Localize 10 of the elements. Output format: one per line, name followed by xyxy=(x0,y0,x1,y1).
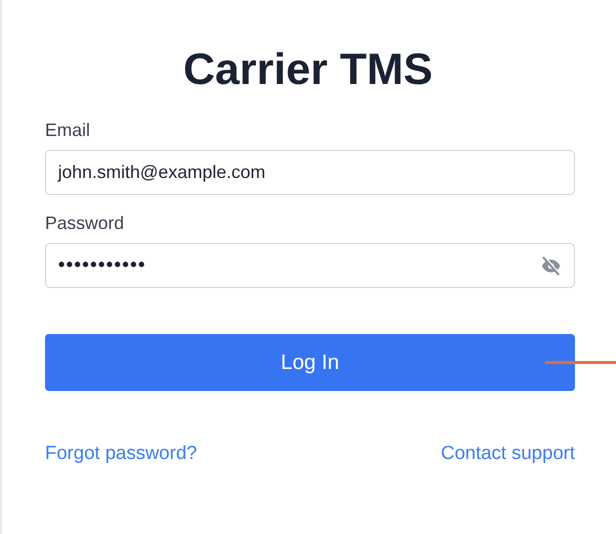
link[interactable]: Contact support xyxy=(440,443,575,465)
input-field[interactable]: ••••••••••• xyxy=(45,243,575,288)
input-field[interactable]: john.smith@example.com xyxy=(45,150,575,195)
login-button[interactable]: Log In xyxy=(45,334,575,391)
eye-slash-icon[interactable] xyxy=(540,254,562,276)
field-label: Password xyxy=(45,213,124,234)
link[interactable]: Forgot password? xyxy=(45,443,198,465)
app-title: Carrier TMS xyxy=(182,44,434,96)
field-label: Email xyxy=(45,120,90,141)
leader-line xyxy=(545,361,616,364)
